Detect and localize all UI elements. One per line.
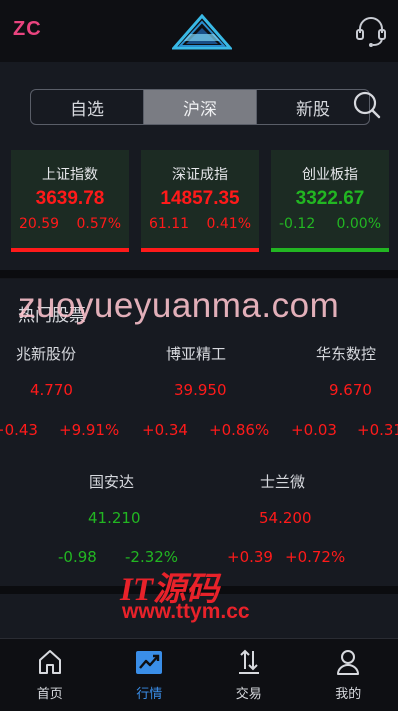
index-percent: 0.00%: [337, 216, 381, 232]
index-card-shenzhen[interactable]: 深证成指 14857.35 61.11 0.41%: [141, 150, 259, 252]
market-chart-icon: [135, 648, 163, 676]
app-logo-text: ZC: [13, 18, 42, 41]
index-name: 创业板指: [271, 164, 389, 184]
nav-trade[interactable]: 交易: [199, 639, 299, 711]
watermark-url: www.ttym.cc: [122, 600, 250, 624]
market-tabs: 自选 沪深 新股: [30, 89, 370, 125]
watermark-domain: zuoyueyuanma.com: [18, 286, 339, 326]
section-divider: [0, 270, 398, 278]
trend-bar: [11, 248, 129, 252]
stock-price: 9.670: [329, 381, 372, 399]
home-icon: [37, 648, 63, 676]
stock-price: 41.210: [88, 509, 141, 527]
tab-watchlist[interactable]: 自选: [31, 90, 143, 124]
stock-change: -0.98: [58, 548, 97, 566]
nav-label: 首页: [0, 683, 100, 702]
index-change: 61.11: [149, 216, 189, 232]
stock-percent: +0.72%: [285, 548, 345, 566]
bottom-nav: 首页 行情 交易 我的: [0, 638, 398, 711]
stock-percent: +9.91%: [59, 421, 119, 439]
stock-percent: +0.31%: [357, 421, 398, 439]
index-value: 14857.35: [141, 188, 259, 210]
nav-label: 我的: [299, 683, 398, 702]
index-value: 3322.67: [271, 188, 389, 210]
tab-shanghai-shenzhen[interactable]: 沪深: [143, 90, 256, 124]
search-icon[interactable]: [352, 90, 382, 120]
stock-price: 39.950: [174, 381, 227, 399]
stock-name[interactable]: 国安达: [89, 471, 134, 492]
index-name: 上证指数: [11, 164, 129, 184]
index-change: -0.12: [279, 216, 315, 232]
index-percent: 0.57%: [77, 216, 121, 232]
index-card-chinext[interactable]: 创业板指 3322.67 -0.12 0.00%: [271, 150, 389, 252]
stock-name[interactable]: 博亚精工: [166, 343, 226, 364]
trend-bar: [141, 248, 259, 252]
stock-price: 54.200: [259, 509, 312, 527]
index-card-shanghai[interactable]: 上证指数 3639.78 20.59 0.57%: [11, 150, 129, 252]
brand-emblem-icon: [172, 14, 232, 50]
user-icon: [335, 648, 361, 676]
index-value: 3639.78: [11, 188, 129, 210]
index-percent: 0.41%: [207, 216, 251, 232]
nav-label: 行情: [100, 683, 200, 702]
stock-change: +0.03: [291, 421, 337, 439]
stock-change: +0.34: [142, 421, 188, 439]
stock-name[interactable]: 兆新股份: [16, 343, 76, 364]
nav-profile[interactable]: 我的: [299, 639, 398, 711]
nav-market[interactable]: 行情: [100, 639, 200, 711]
nav-home[interactable]: 首页: [0, 639, 100, 711]
customer-service-headset-icon[interactable]: [354, 14, 388, 48]
top-header: ZC: [0, 0, 398, 62]
index-name: 深证成指: [141, 164, 259, 184]
trade-arrows-icon: [236, 648, 262, 676]
stock-change: +0.43: [0, 421, 38, 439]
index-change: 20.59: [19, 216, 59, 232]
stock-change: +0.39: [227, 548, 273, 566]
stock-percent: +0.86%: [209, 421, 269, 439]
stock-name[interactable]: 士兰微: [260, 471, 305, 492]
stock-price: 4.770: [30, 381, 73, 399]
nav-label: 交易: [199, 683, 299, 702]
trend-bar: [271, 248, 389, 252]
stock-name[interactable]: 华东数控: [316, 343, 376, 364]
